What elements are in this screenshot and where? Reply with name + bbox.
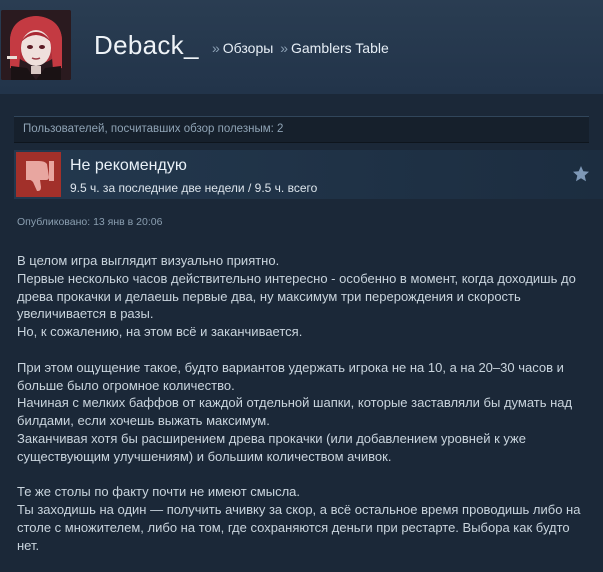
posted-date: Опубликовано: 13 янв в 20:06 — [17, 216, 163, 228]
avatar[interactable] — [1, 10, 71, 80]
username[interactable]: Deback_ — [94, 30, 199, 61]
thumbs-down-icon — [16, 152, 61, 197]
review-paragraph: Те же столы по факту почти не имеют смыс… — [17, 484, 581, 553]
breadcrumb-reviews-link[interactable]: Обзоры — [223, 40, 274, 56]
review-paragraph: При этом ощущение такое, будто вариантов… — [17, 359, 573, 464]
helpful-count-text: Пользователей, посчитавших обзор полезны… — [23, 123, 284, 135]
playtime-hours: 9.5 ч. за последние две недели / 9.5 ч. … — [70, 181, 318, 195]
breadcrumb-separator: » — [212, 40, 220, 56]
review-paragraph: В целом игра выглядит визуально приятно.… — [17, 253, 576, 340]
breadcrumb-game-link[interactable]: Gamblers Table — [291, 40, 389, 56]
helpful-count-bar: Пользователей, посчитавших обзор полезны… — [14, 116, 589, 143]
profile-header: Deback_ » Обзоры » Gamblers Table — [0, 0, 603, 94]
review-verdict: Не рекомендую 9.5 ч. за последние две не… — [14, 150, 603, 199]
review-body: В целом игра выглядит визуально приятно.… — [17, 252, 595, 572]
breadcrumb: » Обзоры » Gamblers Table — [209, 40, 389, 56]
award-star-icon[interactable] — [572, 165, 590, 183]
breadcrumb-separator: » — [280, 40, 288, 56]
verdict-title: Не рекомендую — [70, 157, 187, 174]
